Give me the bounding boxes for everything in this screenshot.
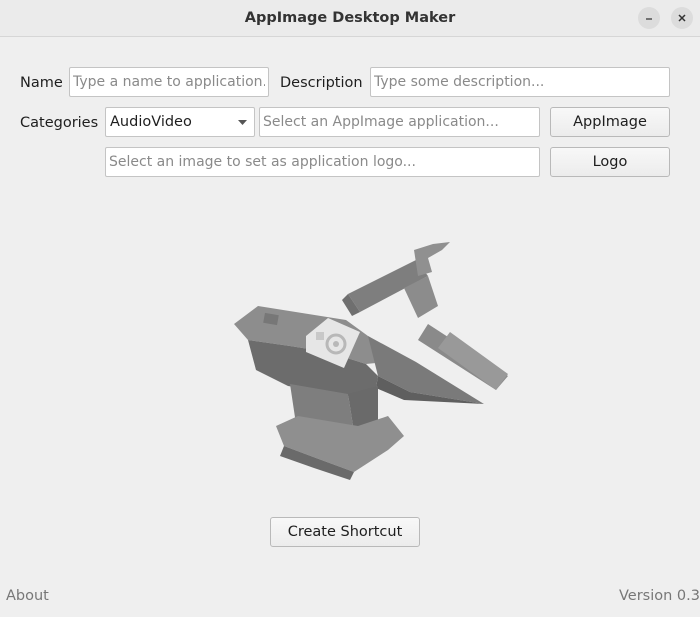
close-button[interactable] [671,7,693,29]
name-input[interactable] [69,67,269,97]
version-label: Version 0.3 [619,588,700,604]
anvil-hammer-icon [234,242,508,480]
appimage-button[interactable]: AppImage [550,107,670,137]
about-link[interactable]: About [6,588,49,604]
minimize-button[interactable] [638,7,660,29]
window-title: AppImage Desktop Maker [244,10,456,26]
description-label: Description [280,75,363,91]
appimage-path-input[interactable] [259,107,540,137]
name-label: Name [20,75,63,91]
logo-path-input[interactable] [105,147,540,177]
logo-button[interactable]: Logo [550,147,670,177]
close-icon [678,14,686,22]
description-input[interactable] [370,67,670,97]
categories-label: Categories [20,115,99,131]
categories-select[interactable]: AudioVideo [105,107,255,137]
chevron-down-icon [238,120,247,125]
title-bar: AppImage Desktop Maker [0,0,700,37]
create-shortcut-button[interactable]: Create Shortcut [270,517,420,547]
minimize-icon [646,18,652,20]
categories-selected-value: AudioVideo [110,114,192,130]
